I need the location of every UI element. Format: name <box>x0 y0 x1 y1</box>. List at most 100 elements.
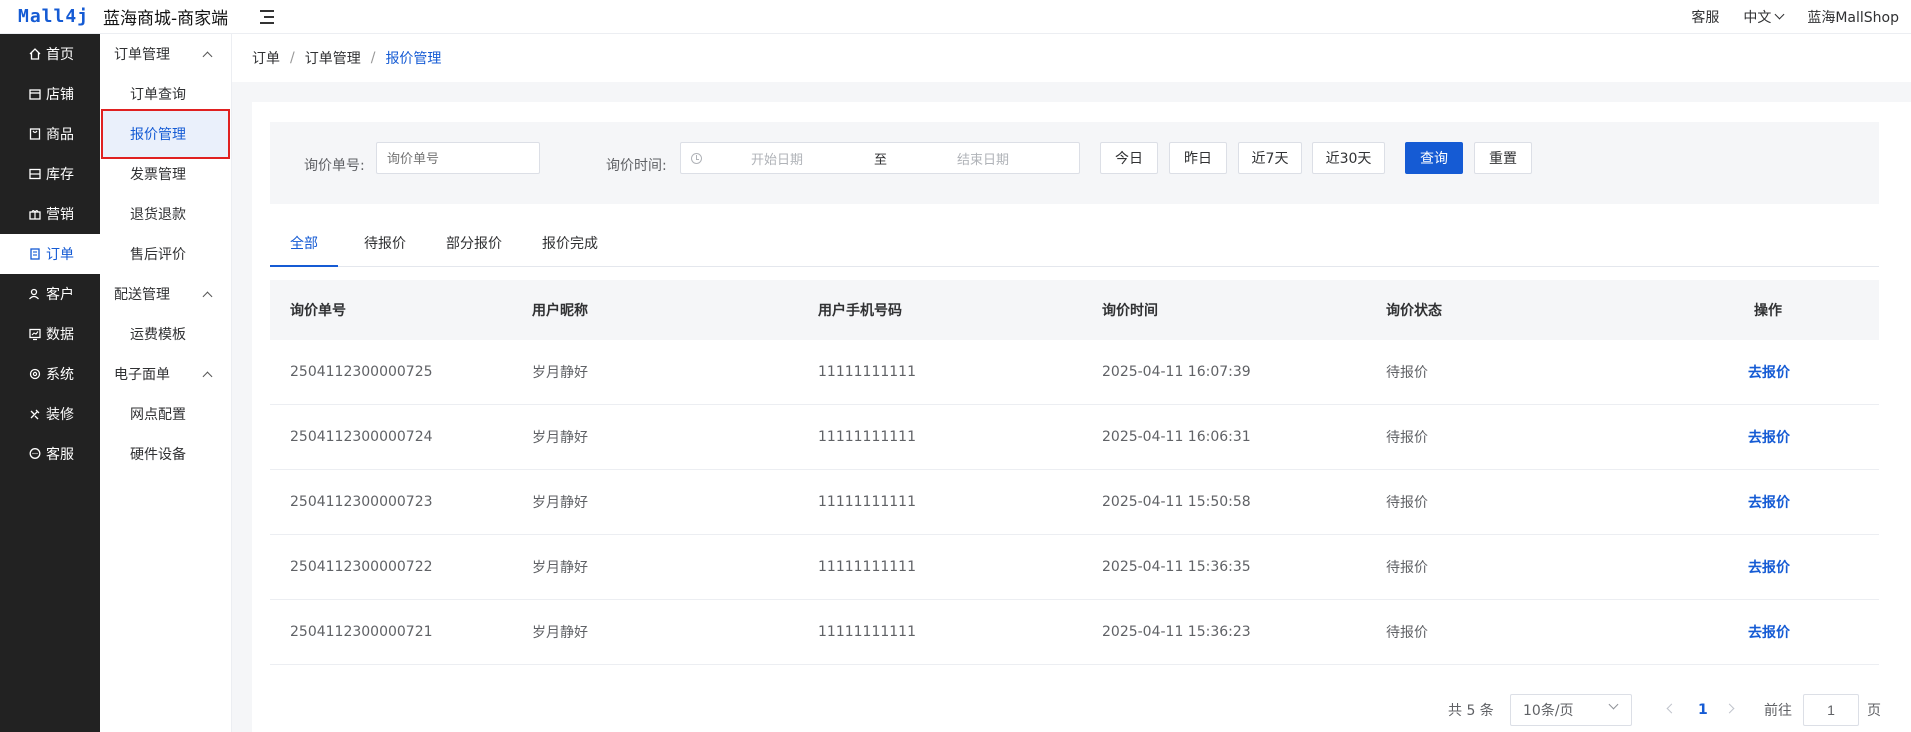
today-button[interactable]: 今日 <box>1100 142 1158 174</box>
sidebar-item-label: 营销 <box>46 207 74 223</box>
order-no-input[interactable] <box>376 142 540 174</box>
menu-collapse-icon[interactable] <box>258 9 276 25</box>
col-inquiry-no: 询价单号 <box>290 303 346 319</box>
gift-icon <box>29 209 41 220</box>
sidebar-item-system[interactable]: 系统 <box>0 354 100 394</box>
subnav-item-hardware-device[interactable]: 硬件设备 <box>100 434 231 474</box>
date-range-separator: 至 <box>874 152 888 168</box>
subnav-item-order-query[interactable]: 订单查询 <box>100 74 231 114</box>
chevron-up-icon <box>202 371 213 381</box>
subnav-group-order-management[interactable]: 订单管理 <box>100 34 231 74</box>
goto-page-input[interactable] <box>1803 694 1859 726</box>
cell-inquiry-no: 2504112300000721 <box>290 624 433 640</box>
search-button[interactable]: 查询 <box>1405 142 1463 174</box>
subnav-group-label: 订单管理 <box>114 47 170 63</box>
go-quote-link[interactable]: 去报价 <box>1748 405 1790 469</box>
table-row: 2504112300000725 岁月静好 11111111111 2025-0… <box>270 340 1879 405</box>
cell-phone: 11111111111 <box>818 494 916 510</box>
cell-status: 待报价 <box>1386 430 1428 446</box>
sidebar-item-shop[interactable]: 店铺 <box>0 74 100 114</box>
subnav-group-electronic-waybill[interactable]: 电子面单 <box>100 354 231 394</box>
subnav-item-quote-management[interactable]: 报价管理 <box>101 109 230 159</box>
reset-button[interactable]: 重置 <box>1474 142 1532 174</box>
top-header: Mall4j 蓝海商城-商家端 客服 中文 蓝海MallShop <box>0 0 1911 34</box>
tab-all[interactable]: 全部 <box>270 224 338 267</box>
go-quote-link[interactable]: 去报价 <box>1748 470 1790 534</box>
header-actions: 客服 中文 蓝海MallShop <box>1667 7 1911 27</box>
cell-nickname: 岁月静好 <box>532 625 588 641</box>
next-page-icon[interactable] <box>1724 703 1735 714</box>
tab-partial-quote[interactable]: 部分报价 <box>432 224 516 267</box>
breadcrumb-separator: / <box>370 50 376 66</box>
subnav-item-invoice-management[interactable]: 发票管理 <box>100 154 231 194</box>
subnav-item-aftersale-review[interactable]: 售后评价 <box>100 234 231 274</box>
col-inquiry-time: 询价时间 <box>1102 303 1158 319</box>
sidebar-item-goods[interactable]: 商品 <box>0 114 100 154</box>
page-number-current[interactable]: 1 <box>1698 694 1708 726</box>
breadcrumb-item[interactable]: 订单管理 <box>305 48 361 68</box>
settings-icon <box>29 368 41 380</box>
language-select[interactable]: 中文 <box>1743 7 1785 27</box>
tab-pending-quote[interactable]: 待报价 <box>350 224 420 267</box>
cell-inquiry-no: 2504112300000723 <box>290 494 433 510</box>
sidebar-item-label: 店铺 <box>46 87 74 103</box>
sidebar-item-customer[interactable]: 客户 <box>0 274 100 314</box>
cell-phone: 11111111111 <box>818 364 916 380</box>
subnav-item-outlet-config[interactable]: 网点配置 <box>100 394 231 434</box>
customer-service-link[interactable]: 客服 <box>1691 7 1719 27</box>
sidebar-item-decorate[interactable]: 装修 <box>0 394 100 434</box>
cell-nickname: 岁月静好 <box>532 495 588 511</box>
tab-quote-complete[interactable]: 报价完成 <box>528 224 612 267</box>
sidebar-item-label: 订单 <box>46 247 74 263</box>
cell-inquiry-time: 2025-04-11 15:36:35 <box>1102 559 1251 575</box>
chevron-down-icon <box>1774 9 1785 20</box>
go-quote-link[interactable]: 去报价 <box>1748 340 1790 404</box>
col-action: 操作 <box>1754 303 1782 319</box>
goods-icon <box>29 128 41 140</box>
cell-status: 待报价 <box>1386 365 1428 381</box>
last-7-days-button[interactable]: 近7天 <box>1238 142 1302 174</box>
stock-icon <box>29 168 41 180</box>
subnav-group-delivery-management[interactable]: 配送管理 <box>100 274 231 314</box>
filter-panel: 询价单号: 询价时间: 开始日期 至 结束日期 今日 昨日 近7天 近30天 查… <box>270 122 1879 204</box>
col-status: 询价状态 <box>1386 303 1442 319</box>
breadcrumb-item[interactable]: 订单 <box>252 48 280 68</box>
table-row: 2504112300000723 岁月静好 11111111111 2025-0… <box>270 470 1879 535</box>
yesterday-button[interactable]: 昨日 <box>1169 142 1227 174</box>
logo[interactable]: Mall4j 蓝海商城-商家端 <box>0 4 230 29</box>
breadcrumb-separator: / <box>290 50 295 66</box>
prev-page-icon[interactable] <box>1666 703 1677 714</box>
sidebar-item-order[interactable]: 订单 <box>0 234 100 274</box>
sidebar-item-home[interactable]: 首页 <box>0 34 100 74</box>
col-nickname: 用户昵称 <box>532 303 588 319</box>
shop-name-menu[interactable]: 蓝海MallShop <box>1807 7 1899 27</box>
pagination-total: 共 5 条 <box>1448 703 1494 719</box>
sidebar-item-label: 客户 <box>46 287 74 303</box>
page-size-select[interactable]: 10条/页 <box>1510 694 1632 726</box>
inquiry-time-label: 询价时间: <box>606 158 667 174</box>
sidebar-item-label: 首页 <box>46 47 74 63</box>
data-icon <box>29 328 41 341</box>
start-date-placeholder: 开始日期 <box>751 152 804 168</box>
sidebar-item-label: 商品 <box>46 127 74 143</box>
home-icon <box>29 48 41 60</box>
app-title: 蓝海商城-商家端 <box>103 9 229 29</box>
sidebar-item-label: 库存 <box>46 167 74 183</box>
sidebar-item-marketing[interactable]: 营销 <box>0 194 100 234</box>
subnav-item-freight-template[interactable]: 运费模板 <box>100 314 231 354</box>
sidebar-item-service[interactable]: 客服 <box>0 434 100 474</box>
sidebar-item-stock[interactable]: 库存 <box>0 154 100 194</box>
cell-phone: 11111111111 <box>818 559 916 575</box>
go-quote-link[interactable]: 去报价 <box>1748 600 1790 664</box>
main-card: 询价单号: 询价时间: 开始日期 至 结束日期 今日 昨日 近7天 近30天 查… <box>252 102 1911 732</box>
sidebar-item-data[interactable]: 数据 <box>0 314 100 354</box>
sidebar-item-label: 数据 <box>46 327 74 343</box>
last-30-days-button[interactable]: 近30天 <box>1312 142 1385 174</box>
cell-inquiry-time: 2025-04-11 15:36:23 <box>1102 624 1251 640</box>
go-quote-link[interactable]: 去报价 <box>1748 535 1790 599</box>
cell-inquiry-no: 2504112300000724 <box>290 429 433 445</box>
subnav-item-refund[interactable]: 退货退款 <box>100 194 231 234</box>
date-range-picker[interactable]: 开始日期 至 结束日期 <box>680 142 1080 174</box>
cell-status: 待报价 <box>1386 495 1428 511</box>
cell-phone: 11111111111 <box>818 624 916 640</box>
